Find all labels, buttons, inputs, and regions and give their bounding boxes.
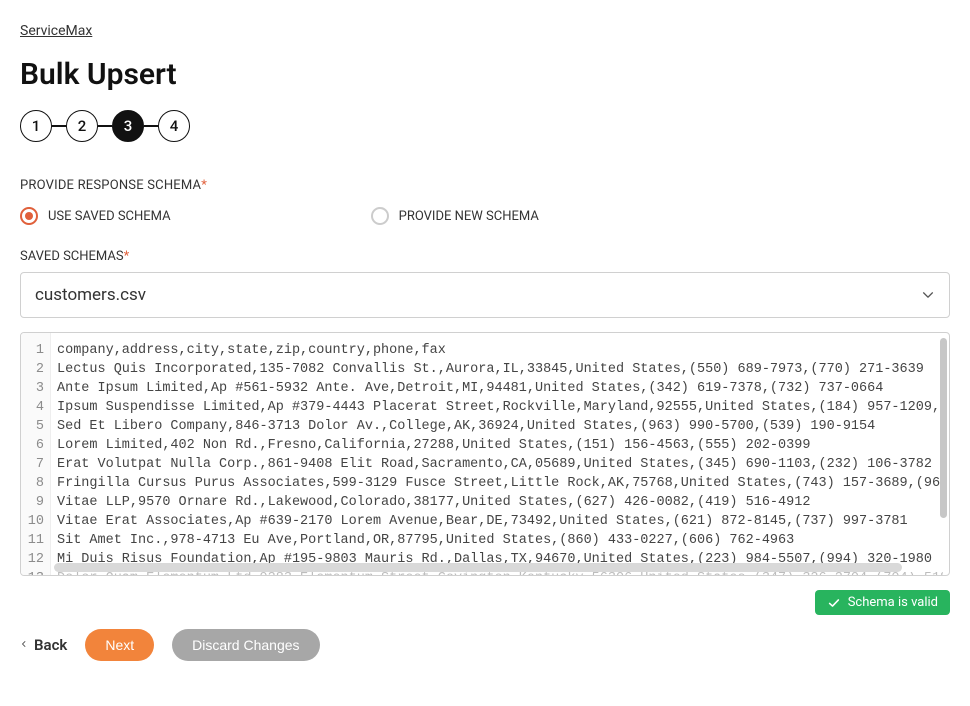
editor-gutter: 12345678910111213	[21, 333, 51, 575]
editor-content[interactable]: company,address,city,state,zip,country,p…	[51, 333, 949, 575]
code-line: Sit Amet Inc.,978-4713 Eu Ave,Portland,O…	[57, 531, 943, 550]
select-value: customers.csv	[35, 285, 146, 305]
schema-section-label: PROVIDE RESPONSE SCHEMA*	[20, 178, 950, 193]
step-connector	[98, 125, 112, 127]
step-connector	[52, 125, 66, 127]
code-line: Sed Et Libero Company,846-3713 Dolor Av.…	[57, 417, 943, 436]
step-2[interactable]: 2	[66, 110, 98, 142]
step-1[interactable]: 1	[20, 110, 52, 142]
radio-icon	[371, 207, 389, 225]
stepper: 1234	[20, 110, 950, 142]
radio-provide-new-schema[interactable]: PROVIDE NEW SCHEMA	[371, 207, 539, 225]
code-line: Vitae LLP,9570 Ornare Rd.,Lakewood,Color…	[57, 493, 943, 512]
code-line: Ipsum Suspendisse Limited,Ap #379-4443 P…	[57, 398, 943, 417]
code-line: company,address,city,state,zip,country,p…	[57, 341, 943, 360]
vertical-scrollbar-thumb[interactable]	[940, 338, 947, 518]
code-editor[interactable]: 12345678910111213 company,address,city,s…	[20, 332, 950, 576]
code-line: Vitae Erat Associates,Ap #639-2170 Lorem…	[57, 512, 943, 531]
validation-text: Schema is valid	[848, 595, 938, 610]
code-line: Ante Ipsum Limited,Ap #561-5932 Ante. Av…	[57, 379, 943, 398]
code-line: Fringilla Cursus Purus Associates,599-31…	[57, 474, 943, 493]
radio-icon	[20, 207, 38, 225]
vertical-scrollbar[interactable]	[940, 338, 947, 563]
breadcrumb-link[interactable]: ServiceMax	[20, 23, 92, 39]
step-connector	[144, 125, 158, 127]
horizontal-scrollbar-thumb[interactable]	[54, 563, 902, 572]
code-line: Lorem Limited,402 Non Rd.,Fresno,Califor…	[57, 436, 943, 455]
footer-actions: Back Next Discard Changes	[20, 629, 950, 679]
radio-use-saved-schema[interactable]: USE SAVED SCHEMA	[20, 207, 171, 225]
saved-schemas-label: SAVED SCHEMAS*	[20, 249, 950, 264]
horizontal-scrollbar[interactable]	[54, 563, 937, 572]
step-4[interactable]: 4	[158, 110, 190, 142]
check-icon	[827, 596, 841, 610]
page-title: Bulk Upsert	[20, 57, 950, 92]
radio-label: USE SAVED SCHEMA	[48, 209, 171, 224]
saved-schemas-select[interactable]: customers.csv	[20, 272, 950, 318]
discard-button[interactable]: Discard Changes	[172, 629, 319, 661]
code-line: Lectus Quis Incorporated,135-7082 Conval…	[57, 360, 943, 379]
chevron-left-icon	[20, 636, 28, 654]
step-3[interactable]: 3	[112, 110, 144, 142]
back-button[interactable]: Back	[20, 636, 67, 654]
chevron-down-icon	[921, 288, 935, 302]
schema-radio-group: USE SAVED SCHEMA PROVIDE NEW SCHEMA	[20, 207, 950, 225]
code-line: Erat Volutpat Nulla Corp.,861-9408 Elit …	[57, 455, 943, 474]
radio-label: PROVIDE NEW SCHEMA	[399, 209, 539, 224]
next-button[interactable]: Next	[85, 629, 154, 661]
validation-badge: Schema is valid	[815, 590, 950, 615]
